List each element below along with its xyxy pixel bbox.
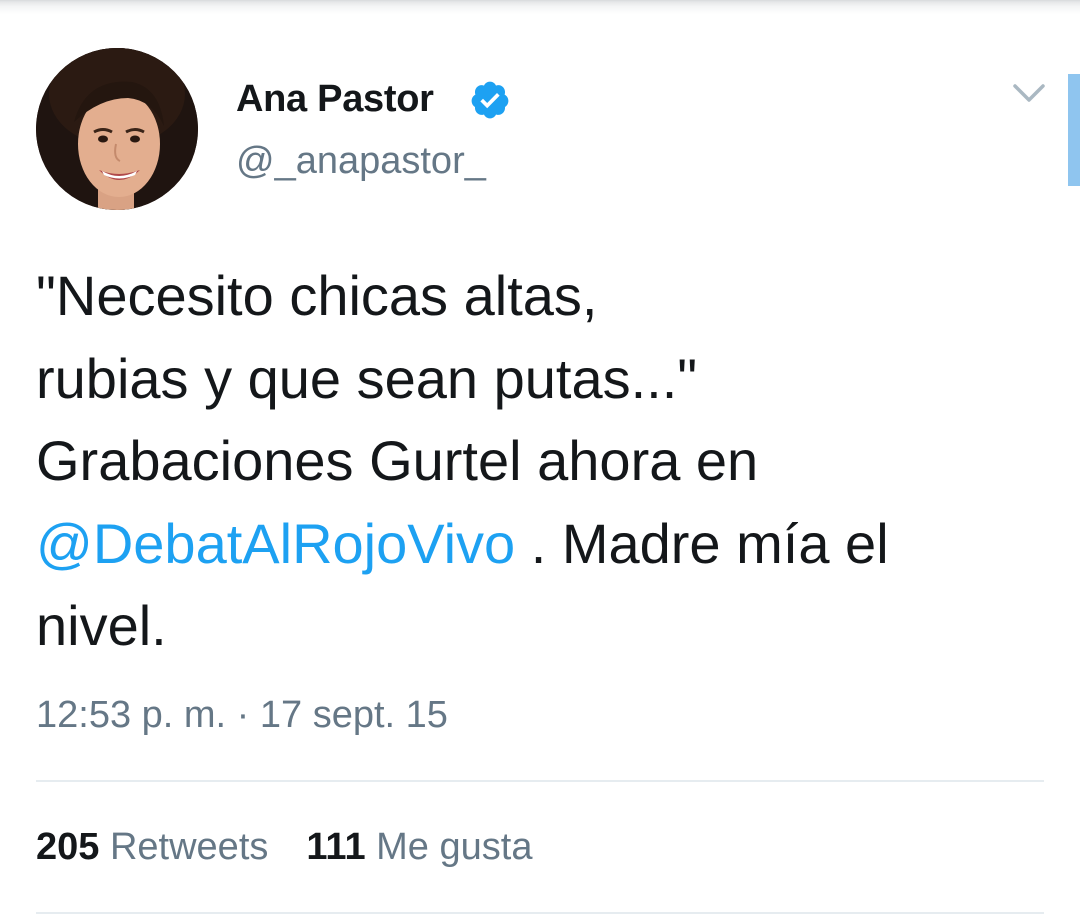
divider (36, 780, 1044, 782)
tweet-text: "Necesito chicas altas, rubias y que sea… (36, 255, 1046, 668)
tweet-text-line: "Necesito chicas altas, (36, 264, 598, 327)
timestamp[interactable]: 12:53 p. m. · 17 sept. 15 (36, 694, 448, 737)
top-shadow (0, 0, 1080, 14)
likes-count: 111 (306, 826, 366, 868)
tweet-text-fragment: . Madre mía el (515, 511, 889, 575)
chevron-down-icon[interactable] (1010, 78, 1048, 108)
divider (36, 912, 1044, 914)
verified-badge-icon (471, 81, 509, 119)
tweet-stats: 205 Retweets 111 Me gusta (36, 826, 532, 869)
likes-label: Me gusta (376, 826, 533, 868)
retweets-stat[interactable]: 205 Retweets (36, 826, 268, 869)
mention-link[interactable]: @DebatAlRojoVivo (36, 512, 515, 575)
likes-stat[interactable]: 111 Me gusta (306, 826, 532, 869)
author-name[interactable]: Ana Pastor (236, 78, 434, 121)
tweet-text-line: Grabaciones Gurtel ahora en (36, 429, 759, 492)
scroll-indicator[interactable] (1068, 74, 1080, 186)
retweets-label: Retweets (109, 826, 269, 868)
tweet-text-line: @DebatAlRojoVivo . Madre mía el (36, 503, 1046, 586)
tweet-text-line: nivel. (36, 594, 167, 657)
tweet-text-line: rubias y que sean putas..." (36, 346, 698, 410)
retweets-count: 205 (36, 826, 100, 868)
author-handle[interactable]: @_anapastor_ (236, 140, 486, 183)
avatar[interactable] (36, 48, 198, 210)
